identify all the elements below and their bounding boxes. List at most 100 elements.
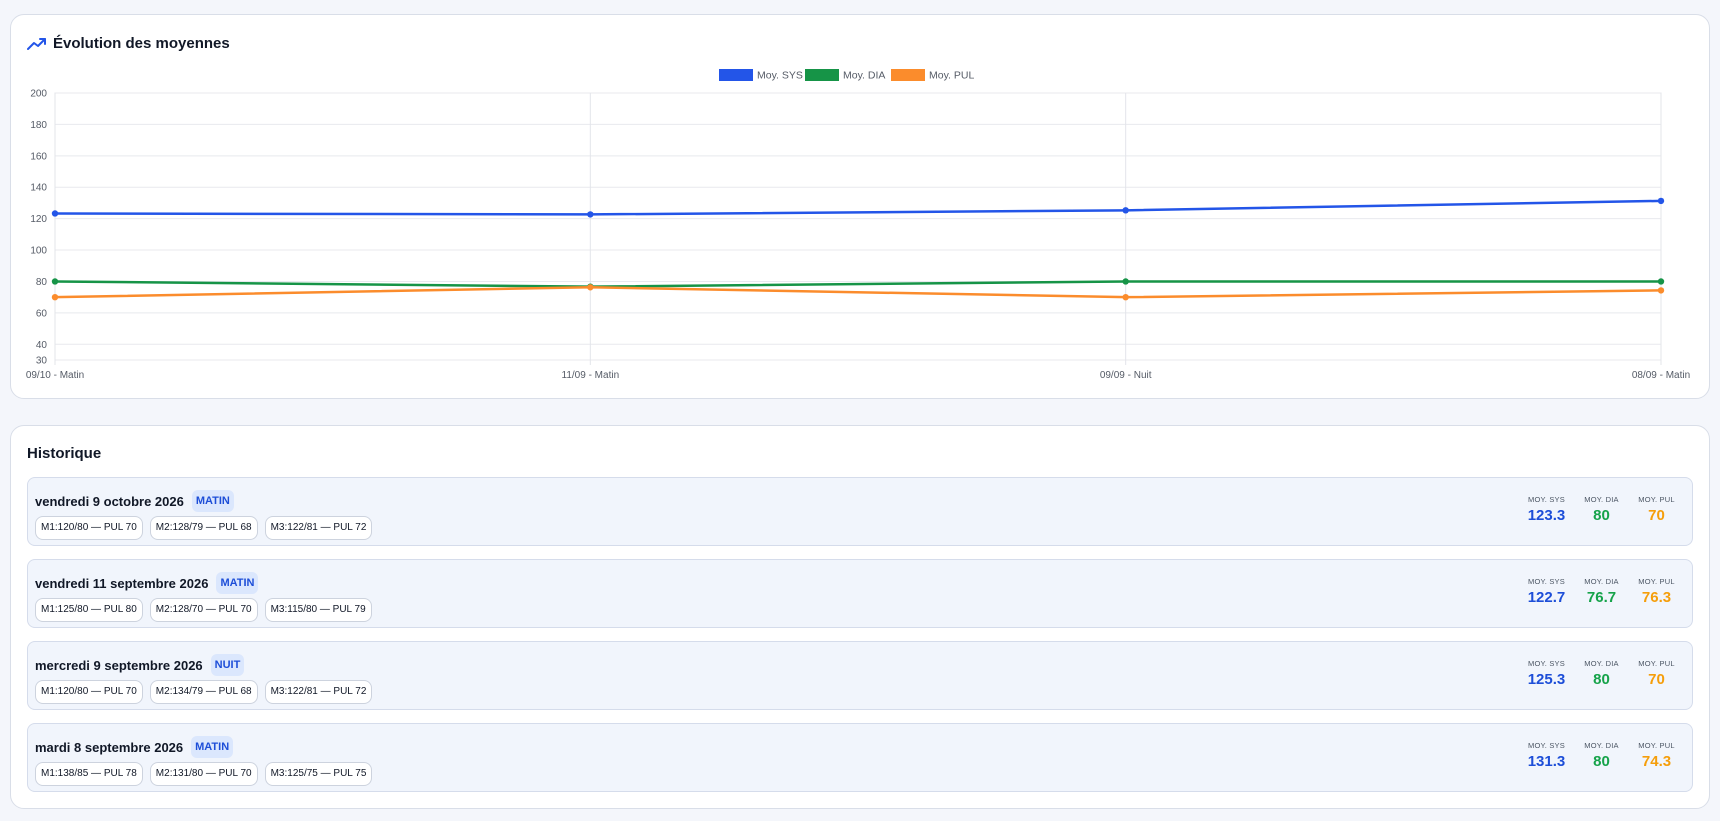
measure-chip: M3:122/81 — PUL 72 xyxy=(264,680,373,704)
averages-line-chart: 200 180 160 140 120 100 80 60 40 30 09/10 - Matin 1… xyxy=(26,69,1690,381)
entry-averages: MOY. SYS 123.3 MOY. DIA 80 MOY. PUL 70 xyxy=(1519,495,1684,526)
history-entry[interactable]: mercredi 9 septembre 2026 NUIT M1:120/80… xyxy=(27,641,1693,710)
avg-pul: MOY. PUL 74.3 xyxy=(1629,741,1684,772)
series-line xyxy=(54,199,1662,216)
avg-dia-value: 80 xyxy=(1593,507,1610,524)
measure-chip: M3:122/81 — PUL 72 xyxy=(264,516,373,540)
avg-dia: MOY. DIA 80 xyxy=(1574,495,1629,526)
measure-chip: M3:115/80 — PUL 79 xyxy=(264,598,372,622)
measure-chip: M2:128/79 — PUL 68 xyxy=(149,516,258,540)
avg-dia-label: MOY. DIA xyxy=(1584,659,1619,668)
period-badge: MATIN xyxy=(216,572,259,594)
avg-sys: MOY. SYS 131.3 xyxy=(1519,741,1574,772)
avg-sys-label: MOY. SYS xyxy=(1528,741,1565,750)
chart-card-title: Évolution des moyennes xyxy=(27,35,230,52)
avg-dia: MOY. DIA 76.7 xyxy=(1574,577,1629,608)
measure-chips: M1:138/85 — PUL 78 M2:131/80 — PUL 70 M3… xyxy=(35,762,373,786)
y-tick-label: 160 xyxy=(30,151,47,162)
avg-sys-label: MOY. SYS xyxy=(1528,659,1565,668)
x-tick-label: 09/09 - Nuit xyxy=(1100,370,1152,381)
trending-up-icon xyxy=(27,37,46,50)
data-point xyxy=(51,210,59,217)
chart-card: 200 180 160 140 120 100 80 60 40 30 09/10 - Matin 1… xyxy=(10,14,1710,399)
avg-sys-value: 125.3 xyxy=(1527,671,1566,688)
data-point xyxy=(587,211,594,218)
data-point xyxy=(1122,293,1129,301)
history-entry[interactable]: vendredi 11 septembre 2026 MATIN M1:125/… xyxy=(27,559,1693,628)
series-line xyxy=(54,286,1662,299)
avg-sys: MOY. SYS 122.7 xyxy=(1519,577,1574,608)
x-tick-label: 09/10 - Matin xyxy=(26,370,84,381)
data-point xyxy=(1657,197,1665,205)
avg-sys-label: MOY. SYS xyxy=(1528,495,1565,504)
y-tick-label: 30 xyxy=(36,356,48,367)
y-tick-label: 180 xyxy=(30,120,47,131)
legend-label: Moy. DIA xyxy=(843,70,885,82)
avg-pul-label: MOY. PUL xyxy=(1638,659,1675,668)
entry-averages: MOY. SYS 122.7 MOY. DIA 76.7 MOY. PUL 76… xyxy=(1519,577,1684,608)
data-point xyxy=(1657,278,1665,285)
history-title: Historique xyxy=(27,445,102,462)
avg-sys-value: 131.3 xyxy=(1527,753,1566,770)
x-tick-label: 08/09 - Matin xyxy=(1632,370,1690,381)
avg-pul-value: 70 xyxy=(1648,671,1665,688)
history-entry[interactable]: vendredi 9 octobre 2026 MATIN M1:120/80 … xyxy=(27,477,1693,546)
period-badge: NUIT xyxy=(210,654,245,676)
y-tick-label: 80 xyxy=(36,277,48,288)
measure-chips: M1:125/80 — PUL 80 M2:128/70 — PUL 70 M3… xyxy=(35,598,372,622)
entry-date: vendredi 9 octobre 2026 xyxy=(35,493,184,509)
legend-swatch xyxy=(805,69,839,81)
measure-chip: M1:120/80 — PUL 70 xyxy=(35,680,143,704)
entry-date: vendredi 11 septembre 2026 xyxy=(35,575,209,591)
avg-dia-value: 76.7 xyxy=(1586,589,1617,606)
avg-pul-label: MOY. PUL xyxy=(1638,495,1675,504)
avg-dia-label: MOY. DIA xyxy=(1584,577,1619,586)
legend-label: Moy. PUL xyxy=(929,70,974,82)
legend-swatch xyxy=(719,69,753,81)
entry-averages: MOY. SYS 125.3 MOY. DIA 80 MOY. PUL 70 xyxy=(1519,659,1684,690)
measure-chip: M1:125/80 — PUL 80 xyxy=(35,598,143,622)
avg-dia: MOY. DIA 80 xyxy=(1574,659,1629,690)
period-badge: MATIN xyxy=(191,736,234,758)
y-tick-label: 40 xyxy=(36,340,48,351)
avg-dia-label: MOY. DIA xyxy=(1584,495,1619,504)
measure-chip: M2:128/70 — PUL 70 xyxy=(149,598,258,622)
avg-sys: MOY. SYS 125.3 xyxy=(1519,659,1574,690)
chart-title: Évolution des moyennes xyxy=(53,35,230,52)
data-point xyxy=(1122,207,1129,214)
avg-pul: MOY. PUL 70 xyxy=(1629,659,1684,690)
avg-sys-value: 123.3 xyxy=(1527,507,1566,524)
data-point xyxy=(1657,287,1665,294)
avg-pul-value: 76.3 xyxy=(1641,589,1672,606)
measure-chips: M1:120/80 — PUL 70 M2:134/79 — PUL 68 M3… xyxy=(35,680,373,704)
data-point xyxy=(1122,278,1129,285)
avg-dia-value: 80 xyxy=(1593,753,1610,770)
y-tick-label: 140 xyxy=(30,183,47,194)
x-tick-label: 11/09 - Matin xyxy=(562,370,620,381)
avg-pul-label: MOY. PUL xyxy=(1638,741,1675,750)
avg-pul-value: 70 xyxy=(1648,507,1665,524)
avg-pul-label: MOY. PUL xyxy=(1638,577,1675,586)
measure-chip: M3:125/75 — PUL 75 xyxy=(264,762,373,786)
avg-dia-value: 80 xyxy=(1593,671,1610,688)
measure-chip: M2:131/80 — PUL 70 xyxy=(149,762,258,786)
history-card: Historique vendredi 9 octobre 2026 MATIN… xyxy=(10,425,1710,809)
entry-date: mercredi 9 septembre 2026 xyxy=(35,657,203,673)
avg-dia: MOY. DIA 80 xyxy=(1574,741,1629,772)
plot-area xyxy=(54,92,1662,361)
legend-label: Moy. SYS xyxy=(757,70,803,82)
data-point xyxy=(51,293,59,301)
entry-date: mardi 8 septembre 2026 xyxy=(35,739,184,755)
avg-sys-label: MOY. SYS xyxy=(1528,577,1565,586)
y-tick-label: 60 xyxy=(36,308,48,319)
y-tick-label: 120 xyxy=(30,214,47,225)
y-tick-label: 200 xyxy=(30,89,47,100)
measure-chip: M1:120/80 — PUL 70 xyxy=(35,516,143,540)
history-entry[interactable]: mardi 8 septembre 2026 MATIN M1:138/85 —… xyxy=(27,723,1693,792)
series-line xyxy=(54,280,1661,288)
measure-chip: M1:138/85 — PUL 78 xyxy=(35,762,143,786)
data-point xyxy=(51,278,59,285)
legend-swatch xyxy=(891,69,925,81)
y-tick-label: 100 xyxy=(30,246,47,257)
avg-dia-label: MOY. DIA xyxy=(1584,741,1619,750)
